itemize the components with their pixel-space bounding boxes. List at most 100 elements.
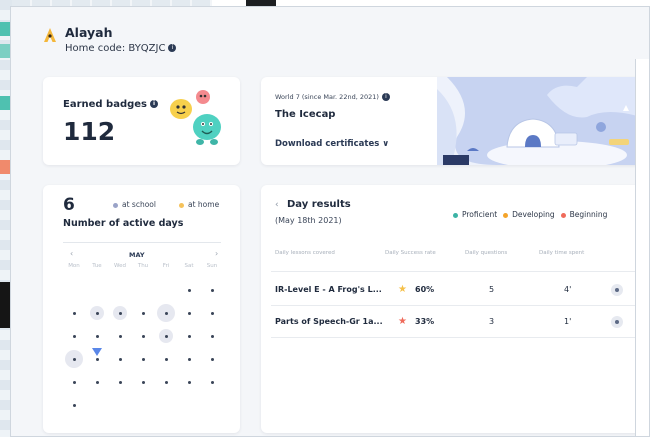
calendar-divider bbox=[63, 242, 221, 243]
status-legend-item: Developing bbox=[503, 210, 555, 219]
status-legend: Proficient Developing Beginning bbox=[453, 210, 613, 219]
calendar-day[interactable] bbox=[178, 371, 200, 393]
home-code: Home code: BYQZJC i bbox=[65, 43, 177, 54]
calendar-day[interactable] bbox=[178, 348, 200, 370]
legend-at-home: at home bbox=[179, 200, 219, 209]
calendar-day[interactable] bbox=[132, 302, 154, 324]
day-results-date: (May 18th 2021) bbox=[275, 216, 342, 225]
table-divider bbox=[271, 305, 641, 306]
active-days-count: 6 bbox=[63, 195, 75, 215]
calendar-weekday: Sun bbox=[206, 263, 218, 269]
info-icon[interactable]: i bbox=[150, 100, 159, 108]
time-spent: 4' bbox=[564, 285, 572, 294]
dashboard-screen: Alayah Home code: BYQZJC i Earned badges i… bbox=[10, 6, 650, 437]
star-icon: ★ bbox=[398, 284, 407, 295]
calendar-day[interactable] bbox=[178, 325, 200, 347]
legend-at-school: at school bbox=[113, 200, 156, 209]
download-certificates-link[interactable]: Download certificates ∨ bbox=[275, 139, 389, 149]
calendar-day[interactable] bbox=[132, 325, 154, 347]
view-details-icon[interactable] bbox=[611, 316, 623, 328]
calendar-day[interactable] bbox=[109, 371, 131, 393]
home-code-text: Home code: BYQZJC bbox=[65, 43, 166, 54]
legend-at-school-text: at school bbox=[122, 200, 156, 209]
selected-day-marker-icon bbox=[92, 348, 102, 356]
column-questions: Daily questions bbox=[465, 250, 508, 256]
earned-badges-count: 112 bbox=[63, 117, 116, 146]
column-lessons: Daily lessons covered bbox=[275, 250, 335, 256]
world-card: World 7 (since Mar. 22nd, 2021) i The Ice… bbox=[261, 77, 641, 165]
day-results-title: Day results bbox=[287, 199, 351, 210]
calendar-day[interactable] bbox=[86, 302, 108, 324]
calendar-day[interactable] bbox=[86, 371, 108, 393]
calendar-day[interactable] bbox=[178, 279, 200, 301]
calendar-day[interactable] bbox=[63, 325, 85, 347]
calendar-day[interactable] bbox=[155, 325, 177, 347]
calendar-prev-button[interactable]: ‹ bbox=[70, 249, 73, 258]
world-title: The Icecap bbox=[275, 109, 336, 120]
lesson-name: IR-Level E - A Frog's L... bbox=[275, 285, 382, 294]
user-name: Alayah bbox=[65, 25, 113, 40]
badge-monsters-icon bbox=[170, 90, 221, 145]
earned-badges-label: Earned badges i bbox=[63, 99, 159, 110]
calendar-day[interactable] bbox=[178, 302, 200, 324]
calendar-weekday: Fri bbox=[162, 263, 170, 269]
time-spent: 1' bbox=[564, 317, 572, 326]
calendar-day[interactable] bbox=[86, 348, 108, 370]
user-avatar-icon bbox=[44, 28, 56, 42]
world-subtitle: World 7 (since Mar. 22nd, 2021) i bbox=[275, 93, 390, 101]
status-legend-item: Proficient bbox=[453, 210, 497, 219]
lesson-name: Parts of Speech-Gr 1a... bbox=[275, 317, 383, 326]
questions-count: 3 bbox=[489, 317, 495, 326]
calendar-day[interactable] bbox=[201, 279, 223, 301]
world-subtitle-text: World 7 (since Mar. 22nd, 2021) bbox=[275, 93, 379, 101]
calendar-day[interactable] bbox=[109, 302, 131, 324]
column-time: Daily time spent bbox=[539, 250, 585, 256]
calendar-day[interactable] bbox=[201, 325, 223, 347]
table-divider bbox=[271, 337, 641, 338]
calendar-weekday: Wed bbox=[114, 263, 126, 269]
calendar-day[interactable] bbox=[201, 371, 223, 393]
earned-badges-card: Earned badges i 112 bbox=[43, 77, 240, 165]
calendar-day[interactable] bbox=[63, 394, 85, 416]
calendar-day[interactable] bbox=[63, 371, 85, 393]
overlay-panel-edge bbox=[635, 59, 649, 436]
calendar-day[interactable] bbox=[132, 371, 154, 393]
legend-dot bbox=[113, 202, 118, 208]
calendar-weekday: Mon bbox=[68, 263, 80, 269]
column-success: Daily Success rate bbox=[385, 250, 436, 256]
day-results-card: ‹ Day results (May 18th 2021) Proficient… bbox=[261, 185, 641, 433]
calendar-next-button[interactable]: › bbox=[215, 249, 218, 258]
status-legend-label: Proficient bbox=[462, 210, 498, 219]
calendar-day[interactable] bbox=[86, 325, 108, 347]
calendar-day[interactable] bbox=[63, 302, 85, 324]
calendar-grid: Mon Tue Wed Thu Fri Sat Sun bbox=[63, 263, 223, 425]
legend-dot bbox=[560, 212, 566, 218]
legend-dot bbox=[503, 212, 509, 218]
calendar-day[interactable] bbox=[201, 302, 223, 324]
status-legend-label: Beginning bbox=[569, 210, 608, 219]
success-rate: 33% bbox=[415, 317, 435, 326]
star-icon: ★ bbox=[398, 316, 407, 327]
info-icon[interactable]: i bbox=[168, 44, 177, 52]
calendar-day[interactable] bbox=[109, 325, 131, 347]
table-divider bbox=[271, 271, 641, 272]
calendar-day[interactable] bbox=[109, 348, 131, 370]
calendar-day[interactable] bbox=[201, 348, 223, 370]
view-details-icon[interactable] bbox=[611, 284, 623, 296]
earned-badges-text: Earned badges bbox=[63, 99, 148, 110]
success-rate: 60% bbox=[415, 285, 435, 294]
active-days-label: Number of active days bbox=[63, 218, 184, 229]
back-button[interactable]: ‹ bbox=[275, 200, 279, 210]
questions-count: 5 bbox=[489, 285, 495, 294]
calendar-weekday: Sat bbox=[184, 263, 194, 269]
calendar-day[interactable] bbox=[155, 302, 177, 324]
legend-dot bbox=[179, 202, 184, 208]
icecap-illustration bbox=[437, 77, 641, 165]
calendar-day[interactable] bbox=[132, 348, 154, 370]
legend-dot bbox=[453, 212, 458, 218]
info-icon[interactable]: i bbox=[381, 93, 390, 101]
calendar-day[interactable] bbox=[155, 348, 177, 370]
active-days-card: 6 Number of active days at school at hom… bbox=[43, 185, 240, 433]
calendar-day[interactable] bbox=[155, 371, 177, 393]
calendar-day[interactable] bbox=[63, 348, 85, 370]
